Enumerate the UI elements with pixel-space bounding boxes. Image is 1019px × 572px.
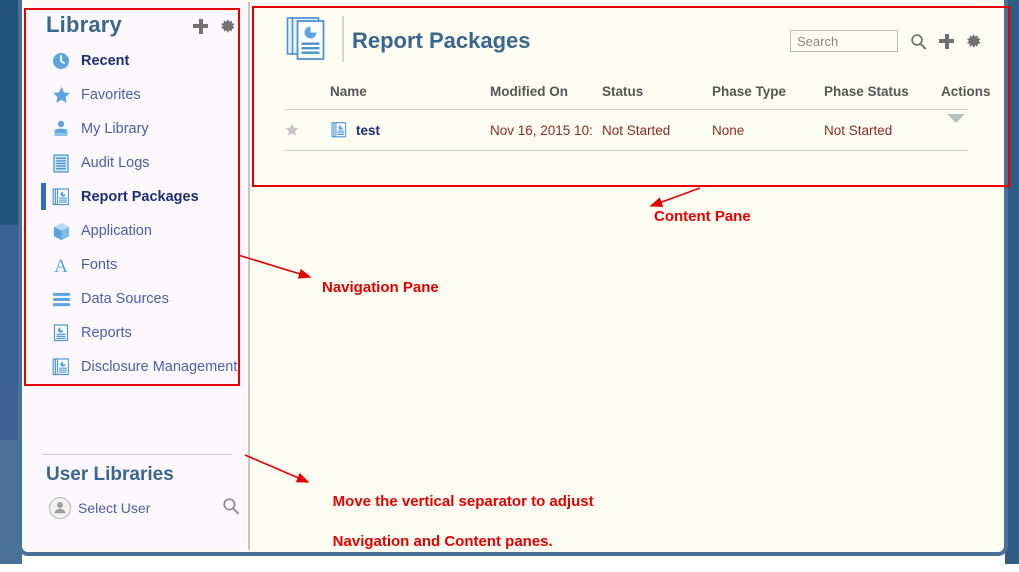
row-name-link[interactable]: test [356, 123, 380, 138]
gear-icon[interactable] [966, 33, 982, 49]
table-header-modified-on: Modified On [490, 84, 568, 99]
user-libraries-title: User Libraries [46, 464, 174, 485]
search-icon[interactable] [222, 497, 240, 515]
table-header-favorite [284, 84, 330, 99]
sidebar-item-recent[interactable]: Recent [28, 44, 246, 78]
chevron-down-icon[interactable] [947, 113, 965, 138]
annotation-label-separator: Move the vertical separator to adjust Na… [316, 472, 594, 572]
page-title: Report Packages [352, 28, 531, 53]
report-doc-icon [50, 322, 72, 344]
annotation-label-navigation-pane: Navigation Pane [322, 279, 439, 296]
report-stack-icon [286, 16, 328, 62]
select-user-row: Select User [48, 494, 240, 522]
table-row[interactable]: test Nov 16, 2015 10: Not Started None N… [284, 109, 968, 151]
table-header-actions: Actions [941, 84, 991, 99]
row-modified-on: Nov 16, 2015 10: [490, 122, 593, 138]
select-user-link[interactable]: Select User [78, 500, 150, 516]
cube-icon [50, 220, 72, 242]
header-divider [342, 16, 344, 62]
navigation-header: Library [28, 6, 246, 42]
table-header-phase-type: Phase Type [712, 84, 787, 99]
table-header-row: Name Modified On Status Phase Type Phase… [284, 84, 991, 109]
table-header-name: Name [330, 84, 367, 99]
report-stack-icon [331, 122, 347, 138]
sidebar-item-disclosure-management[interactable]: Disclosure Management [28, 350, 246, 384]
sidebar-item-label: Favorites [81, 87, 141, 103]
row-phase-status: Not Started [824, 122, 893, 138]
sidebar-item-application[interactable]: Application [28, 214, 246, 248]
sidebar-item-label: Audit Logs [81, 155, 150, 171]
sidebar-item-favorites[interactable]: Favorites [28, 78, 246, 112]
letter-a-icon: A [50, 254, 72, 276]
content-toolbar [790, 30, 982, 52]
row-phase-type: None [712, 122, 745, 138]
content-pane: Report Packages Name [254, 2, 1002, 550]
sidebar-item-report-packages[interactable]: Report Packages [28, 180, 246, 214]
plus-icon[interactable] [939, 33, 954, 49]
row-actions[interactable] [941, 113, 968, 138]
annotation-separator-line2: Navigation and Content panes. [332, 533, 553, 550]
sidebar-item-data-sources[interactable]: Data Sources [28, 282, 246, 316]
sidebar-item-reports[interactable]: Reports [28, 316, 246, 350]
table-header-phase-status: Phase Status [824, 84, 909, 99]
pane-separator[interactable] [248, 2, 250, 550]
svg-text:A: A [54, 256, 68, 276]
lines-doc-icon [50, 152, 72, 174]
sidebar-item-my-library[interactable]: My Library [28, 112, 246, 146]
annotation-separator-line1: Move the vertical separator to adjust [332, 493, 594, 510]
navigation-divider [42, 454, 232, 455]
search-input[interactable] [790, 30, 898, 52]
favorite-toggle[interactable] [284, 122, 330, 138]
navigation-pane: Library Recent Favorites My Library Audi… [28, 2, 246, 550]
report-stack-icon [50, 356, 72, 378]
sidebar-item-label: My Library [81, 121, 149, 137]
user-avatar-icon [48, 496, 72, 520]
sidebar-item-label: Disclosure Management [81, 359, 238, 375]
sidebar-item-fonts[interactable]: A Fonts [28, 248, 246, 282]
star-icon[interactable] [284, 122, 300, 138]
sidebar-item-label: Application [81, 223, 152, 239]
sidebar-item-label: Fonts [81, 257, 118, 273]
report-stack-icon [50, 186, 72, 208]
sidebar-item-label: Recent [81, 53, 130, 69]
star-icon [50, 84, 72, 106]
row-name-cell[interactable]: test [330, 121, 490, 139]
search-icon[interactable] [910, 33, 927, 50]
plus-icon[interactable] [193, 18, 208, 34]
clock-icon [50, 50, 72, 72]
gear-icon[interactable] [220, 18, 236, 34]
stack-bars-icon [50, 288, 72, 310]
row-status: Not Started [602, 122, 671, 138]
report-packages-table: Name Modified On Status Phase Type Phase… [284, 84, 991, 151]
sidebar-item-audit-logs[interactable]: Audit Logs [28, 146, 246, 180]
table-header-status: Status [602, 84, 644, 99]
sidebar-item-label: Reports [81, 325, 132, 341]
app-window: Library Recent Favorites My Library Audi… [0, 0, 1019, 564]
navigation-list: Recent Favorites My Library Audit Logs R… [28, 44, 246, 384]
sidebar-item-label: Report Packages [81, 189, 199, 205]
content-header: Report Packages [254, 8, 1002, 68]
person-card-icon [50, 118, 72, 140]
sidebar-item-label: Data Sources [81, 291, 169, 307]
navigation-header-actions [193, 18, 236, 34]
annotation-label-content-pane: Content Pane [654, 208, 751, 225]
library-title: Library [46, 12, 122, 37]
